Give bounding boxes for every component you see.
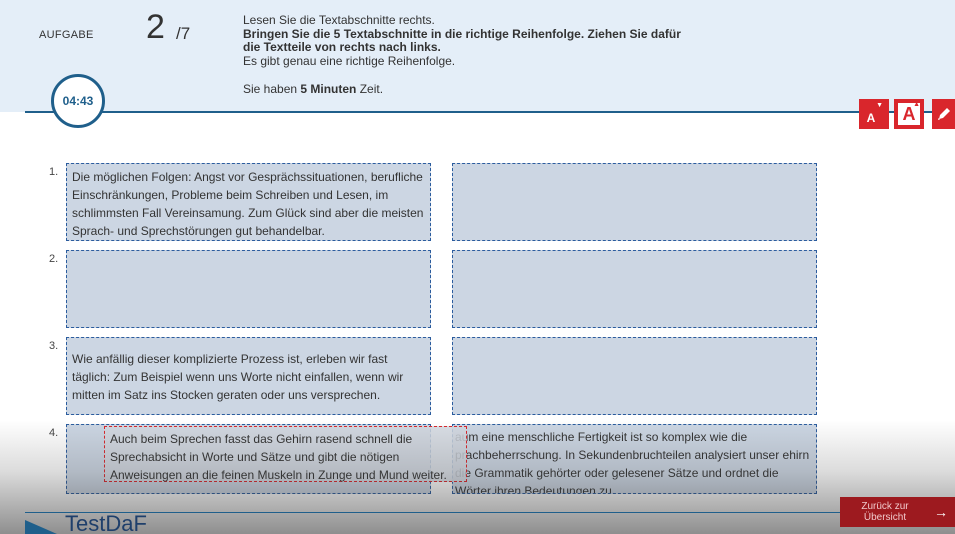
time-suffix: Zeit. [356, 82, 384, 96]
instruction-line-1: Lesen Sie die Textabschnitte rechts. [243, 13, 435, 27]
arrow-right-icon: → [934, 504, 948, 520]
source-slot-3[interactable] [452, 337, 817, 415]
source-slot-1[interactable] [452, 163, 817, 241]
task-number: 2 [146, 8, 165, 46]
source-text[interactable] [453, 338, 816, 346]
row-number: 3. [49, 340, 59, 352]
highlight-button[interactable] [932, 99, 955, 129]
logo-text: TestDaF [65, 511, 147, 534]
footer-divider [25, 512, 840, 513]
time-info: Sie haben 5 Minuten Zeit. [243, 82, 383, 96]
task-label: AUFGABE [39, 29, 94, 41]
testdaf-logo: TestDaF [25, 511, 147, 534]
answer-slot-2[interactable] [66, 250, 431, 328]
instruction-bold: Bringen Sie die 5 Textabschnitte in die … [243, 26, 681, 54]
source-text[interactable]: aum eine menschliche Fertigkeit ist so k… [453, 425, 816, 493]
source-slot-2[interactable] [452, 250, 817, 328]
instruction-line-3: Es gibt genau eine richtige Reihenfolge. [243, 53, 456, 68]
placed-text[interactable] [67, 251, 430, 259]
decrease-font-label: A [866, 111, 876, 125]
logo-mark-icon [25, 520, 57, 534]
task-total: /7 [176, 24, 191, 43]
caret-up-icon: ▲ [913, 101, 920, 108]
decrease-font-button[interactable]: ▼ A [859, 99, 889, 129]
countdown-timer: 04:43 [51, 74, 105, 128]
dragged-text-piece[interactable]: Auch beim Sprechen fasst das Gehirn rase… [104, 426, 467, 482]
pen-icon [937, 108, 950, 120]
back-to-overview-button[interactable]: Zurück zur Übersicht → [840, 497, 955, 527]
header-divider [25, 111, 955, 113]
row-number: 1. [49, 166, 59, 178]
time-prefix: Sie haben [243, 82, 301, 96]
instructions: Lesen Sie die Textabschnitte rechts. Bri… [243, 13, 683, 68]
answer-slot-1[interactable]: Die möglichen Folgen: Angst vor Gespräch… [66, 163, 431, 241]
time-amount: 5 Minuten [300, 82, 357, 96]
row-number: 2. [49, 253, 59, 265]
source-slot-4[interactable]: aum eine menschliche Fertigkeit ist so k… [452, 424, 817, 494]
source-text[interactable] [453, 251, 816, 259]
source-text[interactable] [453, 164, 816, 172]
caret-down-icon: ▼ [876, 102, 883, 109]
back-label: Zurück zur Übersicht [861, 501, 909, 523]
answer-slot-3[interactable]: Wie anfällig dieser komplizierte Prozess… [66, 337, 431, 415]
row-number: 4. [49, 427, 59, 439]
placed-text[interactable]: Die möglichen Folgen: Angst vor Gespräch… [67, 164, 430, 244]
increase-font-button[interactable]: A ▲ [894, 99, 924, 129]
placed-text[interactable]: Wie anfällig dieser komplizierte Prozess… [67, 338, 430, 408]
